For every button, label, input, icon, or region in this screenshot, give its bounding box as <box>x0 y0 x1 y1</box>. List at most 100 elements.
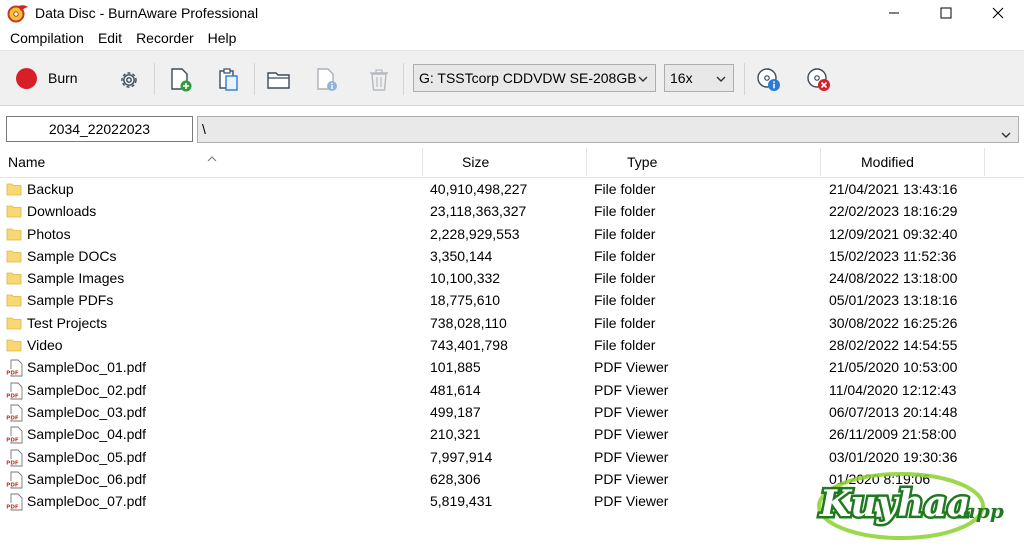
file-row[interactable]: Test Projects 738,028,110 File folder 30/08… <box>0 312 1024 334</box>
file-modified: 11/04/2020 12:12:43 <box>829 381 957 398</box>
file-type: File folder <box>594 337 656 354</box>
file-modified: 22/02/2023 18:16:29 <box>829 203 958 220</box>
maximize-button[interactable] <box>920 0 972 26</box>
folder-icon <box>6 203 24 221</box>
file-size: 7,997,914 <box>430 448 493 465</box>
chevron-down-icon <box>637 72 649 88</box>
file-row[interactable]: PDF SampleDoc_04.pdf 210,321 PDF Viewer 26/1… <box>0 423 1024 445</box>
pdf-file-icon: PDF <box>6 382 24 400</box>
file-name: SampleDoc_05.pdf <box>27 448 147 465</box>
file-name: Backup <box>27 181 74 197</box>
burn-button[interactable]: Burn <box>16 58 78 98</box>
file-name: SampleDoc_04.pdf <box>27 426 147 443</box>
file-size: 738,028,110 <box>430 314 507 331</box>
drive-select[interactable]: G: TSSTcorp CDDVDW SE-208GB <box>413 64 656 92</box>
minimize-button[interactable] <box>868 0 920 26</box>
folder-icon <box>6 181 24 199</box>
disc-label-input[interactable]: 2034_22022023 <box>6 116 193 142</box>
folder-icon <box>6 292 24 310</box>
speed-select[interactable]: 16x <box>664 64 734 92</box>
file-name: SampleDoc_01.pdf <box>27 359 147 376</box>
file-type: PDF Viewer <box>594 359 669 376</box>
file-row[interactable]: Video 743,401,798 File folder 28/02/2022 14… <box>0 334 1024 356</box>
file-modified: 28/02/2022 14:54:55 <box>829 337 958 354</box>
file-name: Video <box>27 337 63 354</box>
file-name: Photos <box>27 225 71 242</box>
file-row[interactable]: Sample PDFs 18,775,610 File folder 05/01/20… <box>0 289 1024 311</box>
title-bar[interactable]: Data Disc - BurnAware Professional <box>0 0 1024 26</box>
menu-edit[interactable]: Edit <box>91 26 129 50</box>
menu-compilation[interactable]: Compilation <box>3 26 91 50</box>
svg-text:PDF: PDF <box>6 460 19 466</box>
pdf-file-icon: PDF <box>6 359 24 377</box>
folder-icon <box>6 226 24 244</box>
file-modified: 30/08/2022 16:25:26 <box>829 314 958 331</box>
erase-disc-icon[interactable] <box>806 67 832 93</box>
file-modified: 06/07/2013 20:14:48 <box>829 403 958 420</box>
column-header-modified[interactable]: Modified <box>861 146 914 178</box>
file-row[interactable]: Downloads 23,118,363,327 File folder 22/02/… <box>0 200 1024 222</box>
file-type: PDF Viewer <box>594 448 669 465</box>
file-size: 40,910,498,227 <box>430 181 528 197</box>
file-properties-icon <box>314 67 340 93</box>
file-modified: 21/04/2021 13:43:16 <box>829 181 958 197</box>
path-select[interactable]: \ <box>197 116 1019 143</box>
file-row[interactable]: PDF SampleDoc_01.pdf 101,885 PDF Viewer 21/0… <box>0 356 1024 378</box>
file-type: File folder <box>594 203 656 220</box>
watermark-logo: Kuyhaa .app <box>806 468 1016 548</box>
file-name: SampleDoc_03.pdf <box>27 403 147 420</box>
svg-text:PDF: PDF <box>6 482 19 488</box>
file-row[interactable]: Sample Images 10,100,332 File folder 24/08/… <box>0 267 1024 289</box>
file-size: 210,321 <box>430 426 481 443</box>
folder-icon <box>6 248 24 266</box>
file-name: SampleDoc_07.pdf <box>27 493 147 510</box>
file-name: Sample DOCs <box>27 247 117 264</box>
file-type: File folder <box>594 270 656 287</box>
folder-icon <box>6 315 24 333</box>
file-type: File folder <box>594 247 656 264</box>
burnaware-logo-icon <box>7 2 29 24</box>
file-row[interactable]: PDF SampleDoc_05.pdf 7,997,914 PDF Viewer 03… <box>0 446 1024 468</box>
menu-recorder[interactable]: Recorder <box>129 26 201 50</box>
toolbar: Burn G: TSSTcorp CDDVDW SE-208GB 16x <box>0 50 1024 106</box>
file-row[interactable]: PDF SampleDoc_02.pdf 481,614 PDF Viewer 11/0… <box>0 379 1024 401</box>
chevron-down-icon <box>715 72 727 88</box>
close-button[interactable] <box>972 0 1024 26</box>
file-row[interactable]: Backup 40,910,498,227 File folder 21/04/202… <box>0 178 1024 200</box>
file-size: 18,775,610 <box>430 292 501 309</box>
column-header-name[interactable]: Name <box>8 146 45 178</box>
column-header-size[interactable]: Size <box>462 146 489 178</box>
file-modified: 03/01/2020 19:30:36 <box>829 448 958 465</box>
file-modified: 15/02/2023 11:52:36 <box>829 247 957 264</box>
speed-select-value: 16x <box>670 70 693 86</box>
file-modified: 05/01/2023 13:18:16 <box>829 292 958 309</box>
settings-gear-icon[interactable] <box>116 67 142 93</box>
file-row[interactable]: Sample DOCs 3,350,144 File folder 15/02/202… <box>0 245 1024 267</box>
path-select-value: \ <box>202 121 206 137</box>
record-icon <box>16 67 37 89</box>
paste-clipboard-icon[interactable] <box>216 67 242 93</box>
list-header: Name Size Type Modified <box>0 146 1024 178</box>
delete-trash-icon <box>366 67 392 93</box>
pdf-file-icon: PDF <box>6 404 24 422</box>
add-files-icon[interactable] <box>168 67 194 93</box>
column-header-type[interactable]: Type <box>627 146 657 178</box>
svg-text:Kuyhaa: Kuyhaa <box>819 483 970 525</box>
file-name: Downloads <box>27 203 97 220</box>
file-row[interactable]: PDF SampleDoc_03.pdf 499,187 PDF Viewer 06/0… <box>0 401 1024 423</box>
window-title: Data Disc - BurnAware Professional <box>35 5 259 21</box>
file-rows: Backup 40,910,498,227 File folder 21/04/202… <box>0 178 1024 512</box>
file-size: 481,614 <box>430 381 481 398</box>
pdf-file-icon: PDF <box>6 449 24 467</box>
new-folder-icon[interactable] <box>266 67 292 93</box>
file-row[interactable]: Photos 2,228,929,553 File folder 12/09/2021… <box>0 223 1024 245</box>
menu-help[interactable]: Help <box>201 26 244 50</box>
pdf-file-icon: PDF <box>6 493 24 511</box>
file-size: 10,100,332 <box>430 270 501 287</box>
file-type: PDF Viewer <box>594 470 669 487</box>
file-type: PDF Viewer <box>594 493 669 510</box>
file-type: File folder <box>594 292 656 309</box>
svg-text:PDF: PDF <box>6 371 19 377</box>
disc-info-icon[interactable] <box>756 67 782 93</box>
folder-icon <box>6 270 24 288</box>
